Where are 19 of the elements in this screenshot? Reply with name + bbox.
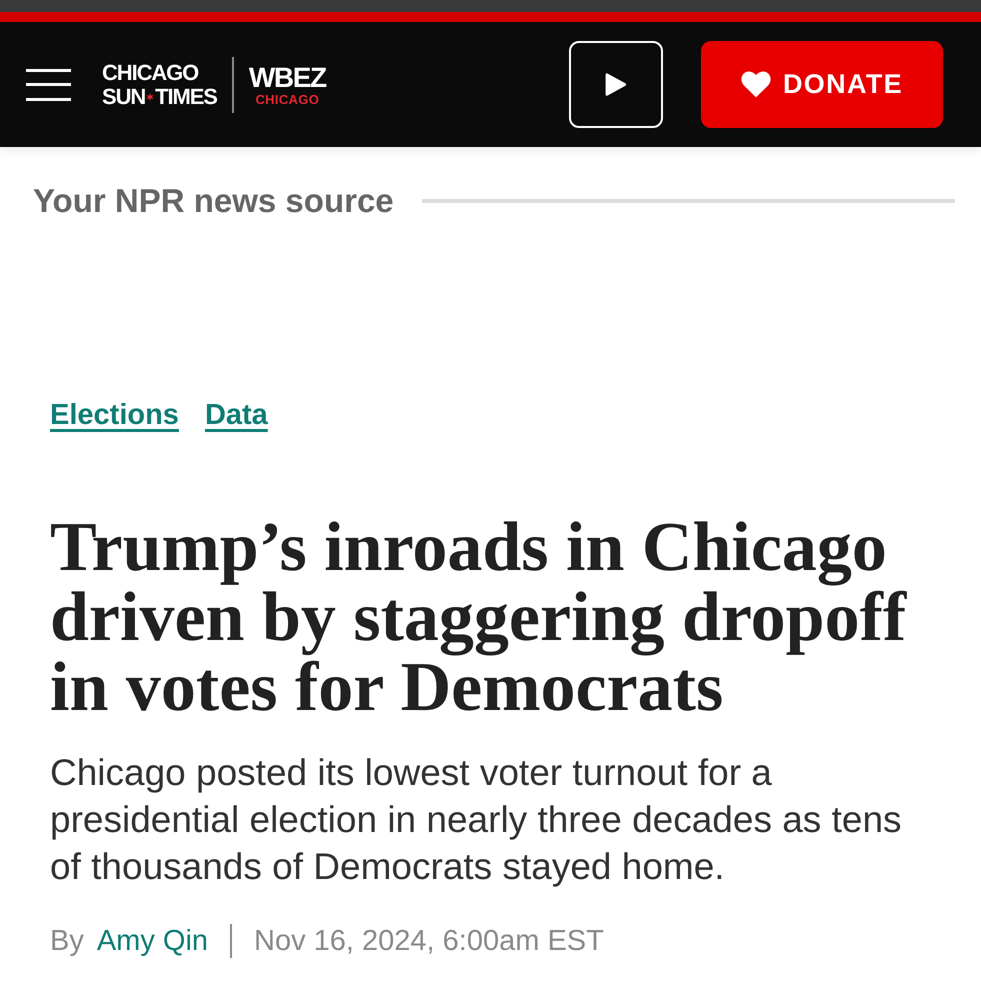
logo-text: CHICAGO: [102, 60, 200, 84]
play-icon: [605, 72, 627, 97]
menu-icon[interactable]: [26, 68, 71, 100]
tag-link[interactable]: Elections: [50, 397, 179, 433]
heart-icon: [740, 71, 771, 98]
play-button[interactable]: [569, 41, 663, 128]
donate-button[interactable]: DONATE: [701, 41, 943, 128]
tag-link[interactable]: Data: [204, 397, 268, 433]
tagline: Your NPR news source: [33, 181, 394, 221]
logo-text: SUN: [102, 84, 146, 108]
headline: Trump’s inroads in Chicago driven by staggering dropoff in votes for Democrats: [50, 513, 908, 723]
author-link[interactable]: Amy Qin: [96, 923, 208, 959]
byline-prefix: By: [50, 924, 84, 959]
partner-logo-city: CHICAGO: [255, 92, 320, 106]
article-summary: Chicago posted its lowest voter turnout for a presidential election in nearly three decades as tens of thousands of Democrats stayed home.: [50, 751, 903, 889]
logo-text: TIMES: [155, 84, 217, 108]
star-icon: [146, 92, 154, 100]
publish-date: Nov 16, 2024, 6:00am EST: [254, 924, 604, 959]
partner-logo-text: WBEZ: [248, 62, 326, 92]
